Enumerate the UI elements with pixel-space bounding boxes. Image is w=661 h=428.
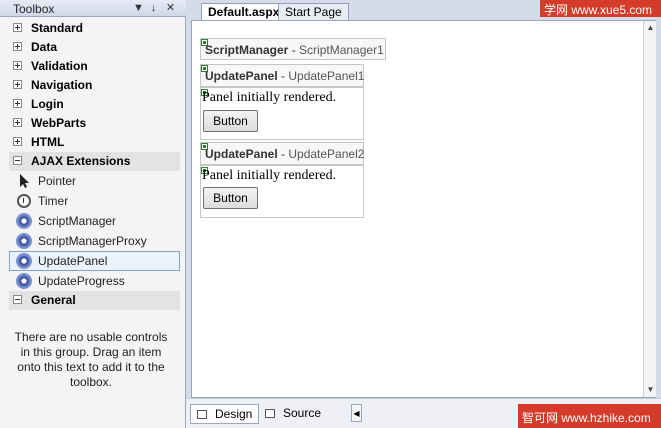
category-webparts[interactable]: WebParts	[9, 114, 180, 133]
design-surface[interactable]: ScriptManager - ScriptManager1 UpdatePan…	[191, 20, 656, 398]
toolbox-item-scriptmanagerproxy[interactable]: ScriptManagerProxy	[9, 231, 180, 251]
category-label: General	[31, 293, 76, 307]
panel-button[interactable]: Button	[203, 187, 258, 209]
panel-label-text: Panel initially rendered.	[202, 168, 337, 183]
expand-icon[interactable]	[13, 137, 22, 146]
item-label: ScriptManager	[38, 214, 117, 228]
panel-label-text: Panel initially rendered.	[202, 90, 337, 105]
control-type-label: UpdatePanel	[205, 69, 278, 83]
timer-icon	[16, 193, 32, 209]
toolbox-item-pointer[interactable]: Pointer	[9, 171, 180, 191]
updatepanel2-header[interactable]: UpdatePanel - UpdatePanel2	[200, 142, 364, 165]
expand-icon[interactable]	[13, 23, 22, 32]
toolbox-title: Toolbox	[13, 2, 55, 16]
visual-studio-window: Toolbox ▼ ↓ ✕ Standard Data Validation N…	[0, 0, 661, 428]
toolbox-item-timer[interactable]: Timer	[9, 191, 180, 211]
toolbox-item-scriptmanager[interactable]: ScriptManager	[9, 211, 180, 231]
item-label: UpdatePanel	[38, 254, 108, 268]
vertical-scrollbar[interactable]: ▲ ▼	[643, 21, 656, 397]
gear-icon	[16, 233, 32, 249]
gear-icon	[16, 273, 32, 289]
expand-icon[interactable]	[13, 80, 22, 89]
toolbox-list: Standard Data Validation Navigation Logi…	[9, 19, 180, 310]
tab-default-aspx[interactable]: Default.aspx	[201, 3, 287, 21]
expand-icon[interactable]	[13, 42, 22, 51]
gear-icon	[16, 253, 32, 269]
category-navigation[interactable]: Navigation	[9, 76, 180, 95]
collapse-icon[interactable]	[13, 156, 22, 165]
design-label: Design	[215, 407, 253, 421]
category-label: Standard	[31, 21, 84, 35]
category-label: Validation	[31, 59, 88, 73]
category-standard[interactable]: Standard	[9, 19, 180, 38]
watermark-top: 学网 www.xue5.com	[540, 0, 661, 17]
updatepanel1-header[interactable]: UpdatePanel - UpdatePanel1	[200, 64, 364, 87]
tab-start-page[interactable]: Start Page	[278, 3, 349, 20]
item-label: Timer	[38, 194, 69, 208]
updatepanel2-content[interactable]: Panel initially rendered. Button	[200, 165, 364, 218]
toolbox-item-updatepanel[interactable]: UpdatePanel	[9, 251, 180, 271]
source-view-icon	[265, 409, 275, 418]
toolbox-panel: Toolbox ▼ ↓ ✕ Standard Data Validation N…	[0, 0, 186, 428]
category-label: Navigation	[31, 78, 93, 92]
item-label: Pointer	[38, 174, 77, 188]
pin-icon[interactable]: ↓	[147, 1, 160, 15]
expand-icon[interactable]	[13, 61, 22, 70]
category-ajax-extensions[interactable]: AJAX Extensions	[9, 152, 180, 171]
scroll-down-icon[interactable]: ▼	[644, 383, 657, 396]
updatepanel1-content[interactable]: Panel initially rendered. Button	[200, 87, 364, 140]
separator: -	[277, 69, 289, 83]
watermark-bottom: 智可网 www.hzhike.com	[518, 404, 661, 428]
design-view-icon	[197, 410, 207, 419]
category-label: WebParts	[31, 116, 87, 130]
category-label: HTML	[31, 135, 65, 149]
source-view-button[interactable]: Source	[259, 404, 327, 424]
control-type-label: ScriptManager	[205, 43, 289, 57]
separator: -	[288, 43, 300, 57]
category-data[interactable]: Data	[9, 38, 180, 57]
control-type-label: UpdatePanel	[205, 147, 278, 161]
category-validation[interactable]: Validation	[9, 57, 180, 76]
category-label: Login	[31, 97, 64, 111]
control-id-label: UpdatePanel1	[288, 69, 365, 83]
empty-group-message[interactable]: There are no usable controls in this gro…	[12, 330, 170, 390]
expand-icon[interactable]	[13, 99, 22, 108]
category-login[interactable]: Login	[9, 95, 180, 114]
window-position-dropdown-icon[interactable]: ▼	[132, 1, 145, 15]
panel-button[interactable]: Button	[203, 110, 258, 132]
close-icon[interactable]: ✕	[164, 1, 177, 15]
control-id-label: ScriptManager1	[299, 43, 384, 57]
item-label: ScriptManagerProxy	[38, 234, 147, 248]
category-label: Data	[31, 40, 58, 54]
gear-icon	[16, 213, 32, 229]
control-id-label: UpdatePanel2	[288, 147, 365, 161]
category-label: AJAX Extensions	[31, 154, 131, 168]
separator: -	[277, 147, 289, 161]
category-html[interactable]: HTML	[9, 133, 180, 152]
item-label: UpdateProgress	[38, 274, 125, 288]
expand-icon[interactable]	[13, 118, 22, 127]
collapse-icon[interactable]	[13, 295, 22, 304]
scriptmanager-control[interactable]: ScriptManager - ScriptManager1	[200, 38, 386, 60]
design-view-button[interactable]: Design	[190, 404, 260, 424]
toolbox-title-bar: Toolbox ▼ ↓ ✕	[0, 0, 186, 17]
toolbox-item-updateprogress[interactable]: UpdateProgress	[9, 271, 180, 291]
pointer-icon	[20, 174, 29, 188]
scroll-up-icon[interactable]: ▲	[644, 21, 657, 34]
tag-navigator-left-button[interactable]: ◀	[351, 404, 362, 422]
category-general[interactable]: General	[9, 291, 180, 310]
source-label: Source	[283, 406, 322, 420]
